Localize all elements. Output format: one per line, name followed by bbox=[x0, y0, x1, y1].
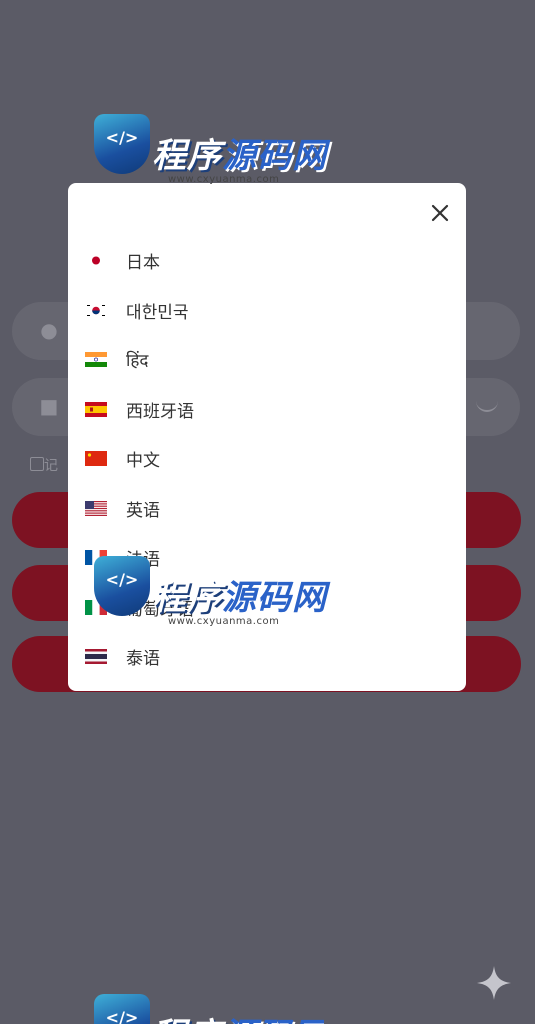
language-item-portuguese[interactable]: 葡萄牙语 bbox=[68, 583, 466, 633]
usa-flag-icon bbox=[85, 500, 107, 516]
eye-closed-icon bbox=[476, 400, 498, 412]
language-label: 法语 bbox=[126, 550, 160, 571]
language-label: 英语 bbox=[126, 500, 160, 521]
thailand-flag-icon bbox=[85, 649, 107, 665]
language-item-chinese[interactable]: 中文 bbox=[68, 434, 466, 484]
language-item-english[interactable]: 英语 bbox=[68, 484, 466, 534]
language-label: हिंद bbox=[126, 351, 149, 372]
france-flag-icon bbox=[85, 550, 107, 566]
language-item-hindi[interactable]: हिंद bbox=[68, 335, 466, 385]
italy-flag-icon bbox=[85, 599, 107, 615]
watermark-code: </> bbox=[105, 1008, 139, 1024]
language-item-korean[interactable]: 대한민국 bbox=[68, 286, 466, 336]
language-label: 泰语 bbox=[126, 649, 160, 670]
user-icon: ● bbox=[40, 318, 58, 342]
language-label: 西班牙语 bbox=[126, 401, 194, 422]
shield-logo-icon bbox=[94, 994, 150, 1024]
spain-flag-icon bbox=[85, 401, 107, 417]
checkbox-icon bbox=[30, 457, 44, 471]
watermark: </> 程序源码网 bbox=[94, 980, 324, 1024]
korea-flag-icon bbox=[85, 302, 107, 318]
china-flag-icon bbox=[85, 451, 107, 467]
japan-flag-icon bbox=[85, 253, 107, 269]
language-list: 日本 대한민국 हिंद 西班牙语 中文 英语 法语 葡萄牙语 泰语 bbox=[68, 236, 466, 682]
language-label: 葡萄牙语 bbox=[126, 599, 194, 620]
watermark-title: 程序源码网 bbox=[152, 136, 327, 176]
india-flag-icon bbox=[85, 352, 107, 368]
language-label: 日本 bbox=[126, 253, 160, 274]
language-modal: 日本 대한민국 हिंद 西班牙语 中文 英语 法语 葡萄牙语 泰语 bbox=[68, 183, 466, 691]
language-item-french[interactable]: 法语 bbox=[68, 533, 466, 583]
close-button[interactable] bbox=[428, 201, 452, 225]
language-label: 대한민국 bbox=[126, 302, 189, 323]
language-item-japanese[interactable]: 日本 bbox=[68, 236, 466, 286]
shield-logo-icon bbox=[94, 114, 150, 174]
lock-icon: ■ bbox=[39, 394, 59, 418]
language-item-thai[interactable]: 泰语 bbox=[68, 632, 466, 682]
watermark-title: 程序源码网 bbox=[152, 1008, 324, 1024]
close-icon bbox=[431, 204, 449, 222]
remember-checkbox: 记住 bbox=[30, 455, 70, 473]
language-label: 中文 bbox=[126, 451, 160, 472]
watermark-code: </> bbox=[105, 128, 139, 147]
sparkle-icon bbox=[475, 964, 513, 1002]
language-item-spanish[interactable]: 西班牙语 bbox=[68, 385, 466, 435]
watermark: </> 程序源码网 www.cxyuanma.com bbox=[94, 100, 327, 196]
